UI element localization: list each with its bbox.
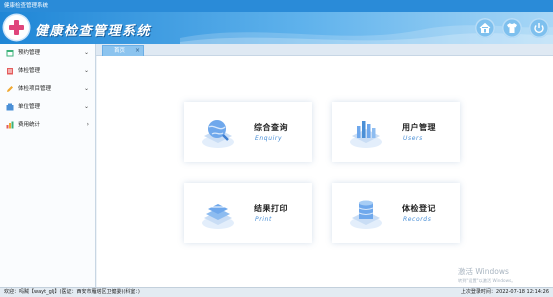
home-button[interactable] xyxy=(475,18,495,38)
clipboard-icon xyxy=(7,68,13,75)
card-title: 体检登记 xyxy=(402,204,436,213)
window-titlebar: 健康检查管理系统 xyxy=(0,0,553,12)
card-users[interactable]: 用户管理 Users xyxy=(332,102,460,162)
sidebar-item-appointment[interactable]: 预约管理 ⌄ xyxy=(0,44,95,62)
windows-activation-watermark: 激活 Windows 转到"设置"以激活 Windows。 xyxy=(458,266,515,284)
sidebar-item-label: 体检管理 xyxy=(18,68,41,74)
app-title: 健康检查管理系统 xyxy=(35,24,152,39)
sidebar-item-unit[interactable]: 单位管理 ⌄ xyxy=(0,98,95,116)
print-layers-icon xyxy=(202,204,234,229)
medical-cross-icon xyxy=(9,20,24,35)
shirt-icon xyxy=(507,23,517,33)
close-icon[interactable]: × xyxy=(135,46,140,56)
card-title: 结果打印 xyxy=(254,204,288,213)
window-title: 健康检查管理系统 xyxy=(4,3,49,9)
card-title: 综合查询 xyxy=(254,123,288,132)
building-icon xyxy=(6,103,14,111)
card-records[interactable]: 体检登记 Records xyxy=(332,183,460,243)
sidebar: 预约管理 ⌄ 体检管理 ⌄ 体检项目管理 ⌄ 单位管理 ⌄ 费用统计 › xyxy=(0,44,96,287)
main-content: 综合查询 Enquiry 用户管理 Users 结果打印 Print 体检登记 … xyxy=(97,56,553,287)
chevron-down-icon: ⌄ xyxy=(83,103,89,110)
pencil-icon xyxy=(7,86,13,92)
watermark-line2: 转到"设置"以激活 Windows。 xyxy=(458,278,516,283)
tab-home[interactable]: 首页 × xyxy=(102,45,144,56)
tab-label: 首页 xyxy=(114,48,126,54)
chevron-down-icon: ⌄ xyxy=(83,49,89,56)
home-icon xyxy=(479,22,491,33)
card-print[interactable]: 结果打印 Print xyxy=(184,183,312,243)
app-logo xyxy=(4,15,29,40)
watermark-line1: 激活 Windows xyxy=(458,267,509,276)
chevron-down-icon: ⌄ xyxy=(83,67,89,74)
tab-strip: 首页 × xyxy=(96,44,553,56)
sidebar-item-label: 单位管理 xyxy=(18,104,41,110)
card-subtitle: Records xyxy=(403,216,432,223)
chevron-right-icon: › xyxy=(86,121,89,128)
exit-button[interactable] xyxy=(529,18,549,38)
status-user-info: 欢迎：吗贼【wayt_glj】(医证：西安市雁塔区卫健委)(科室：) xyxy=(4,289,140,295)
sidebar-item-label: 预约管理 xyxy=(18,50,41,56)
database-icon xyxy=(350,200,382,229)
sidebar-item-label: 费用统计 xyxy=(18,122,41,128)
card-subtitle: Users xyxy=(403,135,423,142)
chart-icon xyxy=(6,121,14,129)
status-last-login: 上次登录时间：2022-07-18 12:14:26 xyxy=(460,289,549,295)
power-icon xyxy=(534,23,544,34)
card-subtitle: Enquiry xyxy=(255,135,283,142)
sidebar-item-label: 体检项目管理 xyxy=(18,86,52,92)
skin-button[interactable] xyxy=(502,18,522,38)
header-wave-decoration xyxy=(180,25,553,44)
app-header: 健康检查管理系统 xyxy=(0,12,553,44)
chevron-down-icon: ⌄ xyxy=(83,85,89,92)
sidebar-item-cost[interactable]: 费用统计 › xyxy=(0,116,95,134)
users-chart-icon xyxy=(350,121,382,148)
sidebar-item-exam[interactable]: 体检管理 ⌄ xyxy=(0,62,95,80)
status-bar: 欢迎：吗贼【wayt_glj】(医证：西安市雁塔区卫健委)(科室：) 上次登录时… xyxy=(0,287,553,297)
card-enquiry[interactable]: 综合查询 Enquiry xyxy=(184,102,312,162)
card-subtitle: Print xyxy=(255,216,272,223)
calendar-icon xyxy=(6,50,14,57)
search-globe-icon xyxy=(202,120,234,148)
sidebar-item-exam-items[interactable]: 体检项目管理 ⌄ xyxy=(0,80,95,98)
card-title: 用户管理 xyxy=(402,123,436,132)
